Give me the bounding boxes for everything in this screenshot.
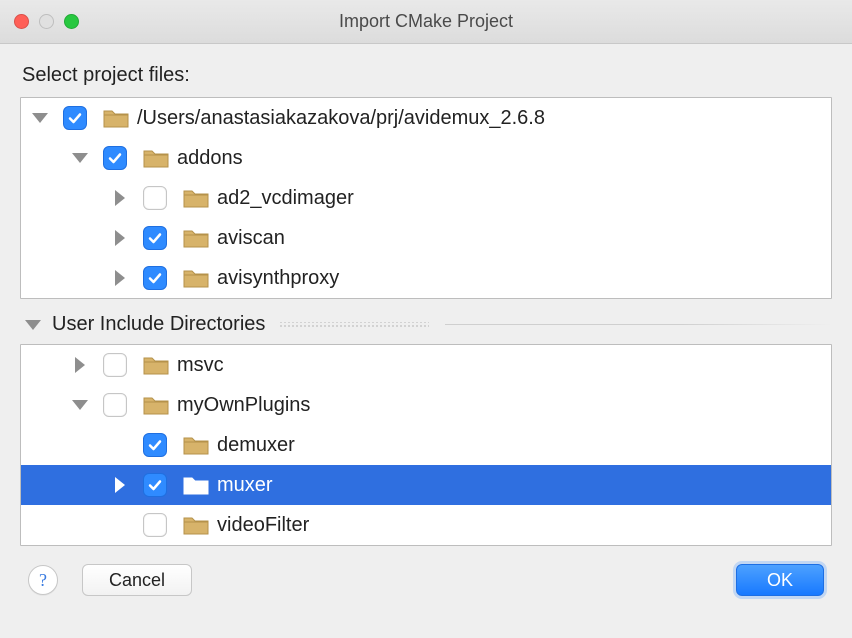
- close-window-button[interactable]: [14, 14, 29, 29]
- check-icon: [107, 150, 123, 166]
- checkbox[interactable]: [143, 433, 167, 457]
- checkbox[interactable]: [143, 186, 167, 210]
- check-icon: [147, 437, 163, 453]
- folder-icon: [143, 354, 169, 376]
- folder-icon: [183, 187, 209, 209]
- checkbox[interactable]: [103, 393, 127, 417]
- tree-item-label: msvc: [177, 354, 224, 377]
- checkbox[interactable]: [143, 266, 167, 290]
- project-files-tree[interactable]: /Users/anastasiakazakova/prj/avidemux_2.…: [20, 97, 832, 299]
- disclosure-triangle[interactable]: [109, 267, 131, 289]
- checkbox[interactable]: [143, 513, 167, 537]
- tree-row[interactable]: ad2_vcdimager: [21, 178, 831, 218]
- check-icon: [67, 110, 83, 126]
- minimize-window-button: [39, 14, 54, 29]
- user-include-tree[interactable]: msvc myOwnPlugins demuxer muxer videoFil: [20, 344, 832, 546]
- traffic-lights: [14, 14, 79, 29]
- window-title: Import CMake Project: [0, 11, 852, 32]
- checkbox[interactable]: [103, 146, 127, 170]
- tree-row[interactable]: avisynthproxy: [21, 258, 831, 298]
- tree-row[interactable]: msvc: [21, 345, 831, 385]
- check-icon: [147, 477, 163, 493]
- tree-item-label: /Users/anastasiakazakova/prj/avidemux_2.…: [137, 107, 545, 130]
- cancel-button[interactable]: Cancel: [82, 564, 192, 596]
- folder-icon: [103, 107, 129, 129]
- disclosure-triangle[interactable]: [29, 107, 51, 129]
- disclosure-triangle[interactable]: [109, 227, 131, 249]
- tree-row[interactable]: demuxer: [21, 425, 831, 465]
- tree-item-label: videoFilter: [217, 514, 309, 537]
- checkbox[interactable]: [143, 226, 167, 250]
- check-icon: [147, 230, 163, 246]
- tree-item-label: myOwnPlugins: [177, 394, 310, 417]
- tree-item-label: addons: [177, 147, 243, 170]
- checkbox[interactable]: [103, 353, 127, 377]
- tree-row[interactable]: videoFilter: [21, 505, 831, 545]
- zoom-window-button[interactable]: [64, 14, 79, 29]
- tree-row[interactable]: muxer: [21, 465, 831, 505]
- folder-icon: [183, 514, 209, 536]
- checkbox[interactable]: [63, 106, 87, 130]
- folder-icon: [183, 267, 209, 289]
- check-icon: [147, 270, 163, 286]
- folder-icon: [183, 474, 209, 496]
- section-divider: [279, 322, 429, 328]
- folder-icon: [183, 434, 209, 456]
- ok-button[interactable]: OK: [736, 564, 824, 596]
- folder-icon: [143, 147, 169, 169]
- section-disclosure[interactable]: [22, 314, 44, 336]
- tree-row[interactable]: myOwnPlugins: [21, 385, 831, 425]
- spacer: [109, 434, 131, 456]
- tree-item-label: demuxer: [217, 434, 295, 457]
- user-include-label: User Include Directories: [52, 313, 265, 336]
- disclosure-triangle[interactable]: [69, 354, 91, 376]
- tree-item-label: ad2_vcdimager: [217, 187, 354, 210]
- disclosure-triangle[interactable]: [69, 394, 91, 416]
- user-include-section-header[interactable]: User Include Directories: [22, 313, 832, 336]
- tree-row[interactable]: addons: [21, 138, 831, 178]
- tree-item-label: avisynthproxy: [217, 267, 339, 290]
- dialog-footer: ? Cancel OK: [0, 546, 852, 596]
- tree-item-label: muxer: [217, 474, 273, 497]
- tree-row[interactable]: aviscan: [21, 218, 831, 258]
- help-button[interactable]: ?: [28, 565, 58, 595]
- disclosure-triangle[interactable]: [69, 147, 91, 169]
- folder-icon: [143, 394, 169, 416]
- titlebar: Import CMake Project: [0, 0, 852, 44]
- select-files-label: Select project files:: [22, 64, 832, 87]
- tree-item-label: aviscan: [217, 227, 285, 250]
- disclosure-triangle[interactable]: [109, 474, 131, 496]
- section-divider-line: [445, 324, 832, 325]
- checkbox[interactable]: [143, 473, 167, 497]
- tree-row[interactable]: /Users/anastasiakazakova/prj/avidemux_2.…: [21, 98, 831, 138]
- disclosure-triangle[interactable]: [109, 187, 131, 209]
- spacer: [109, 514, 131, 536]
- folder-icon: [183, 227, 209, 249]
